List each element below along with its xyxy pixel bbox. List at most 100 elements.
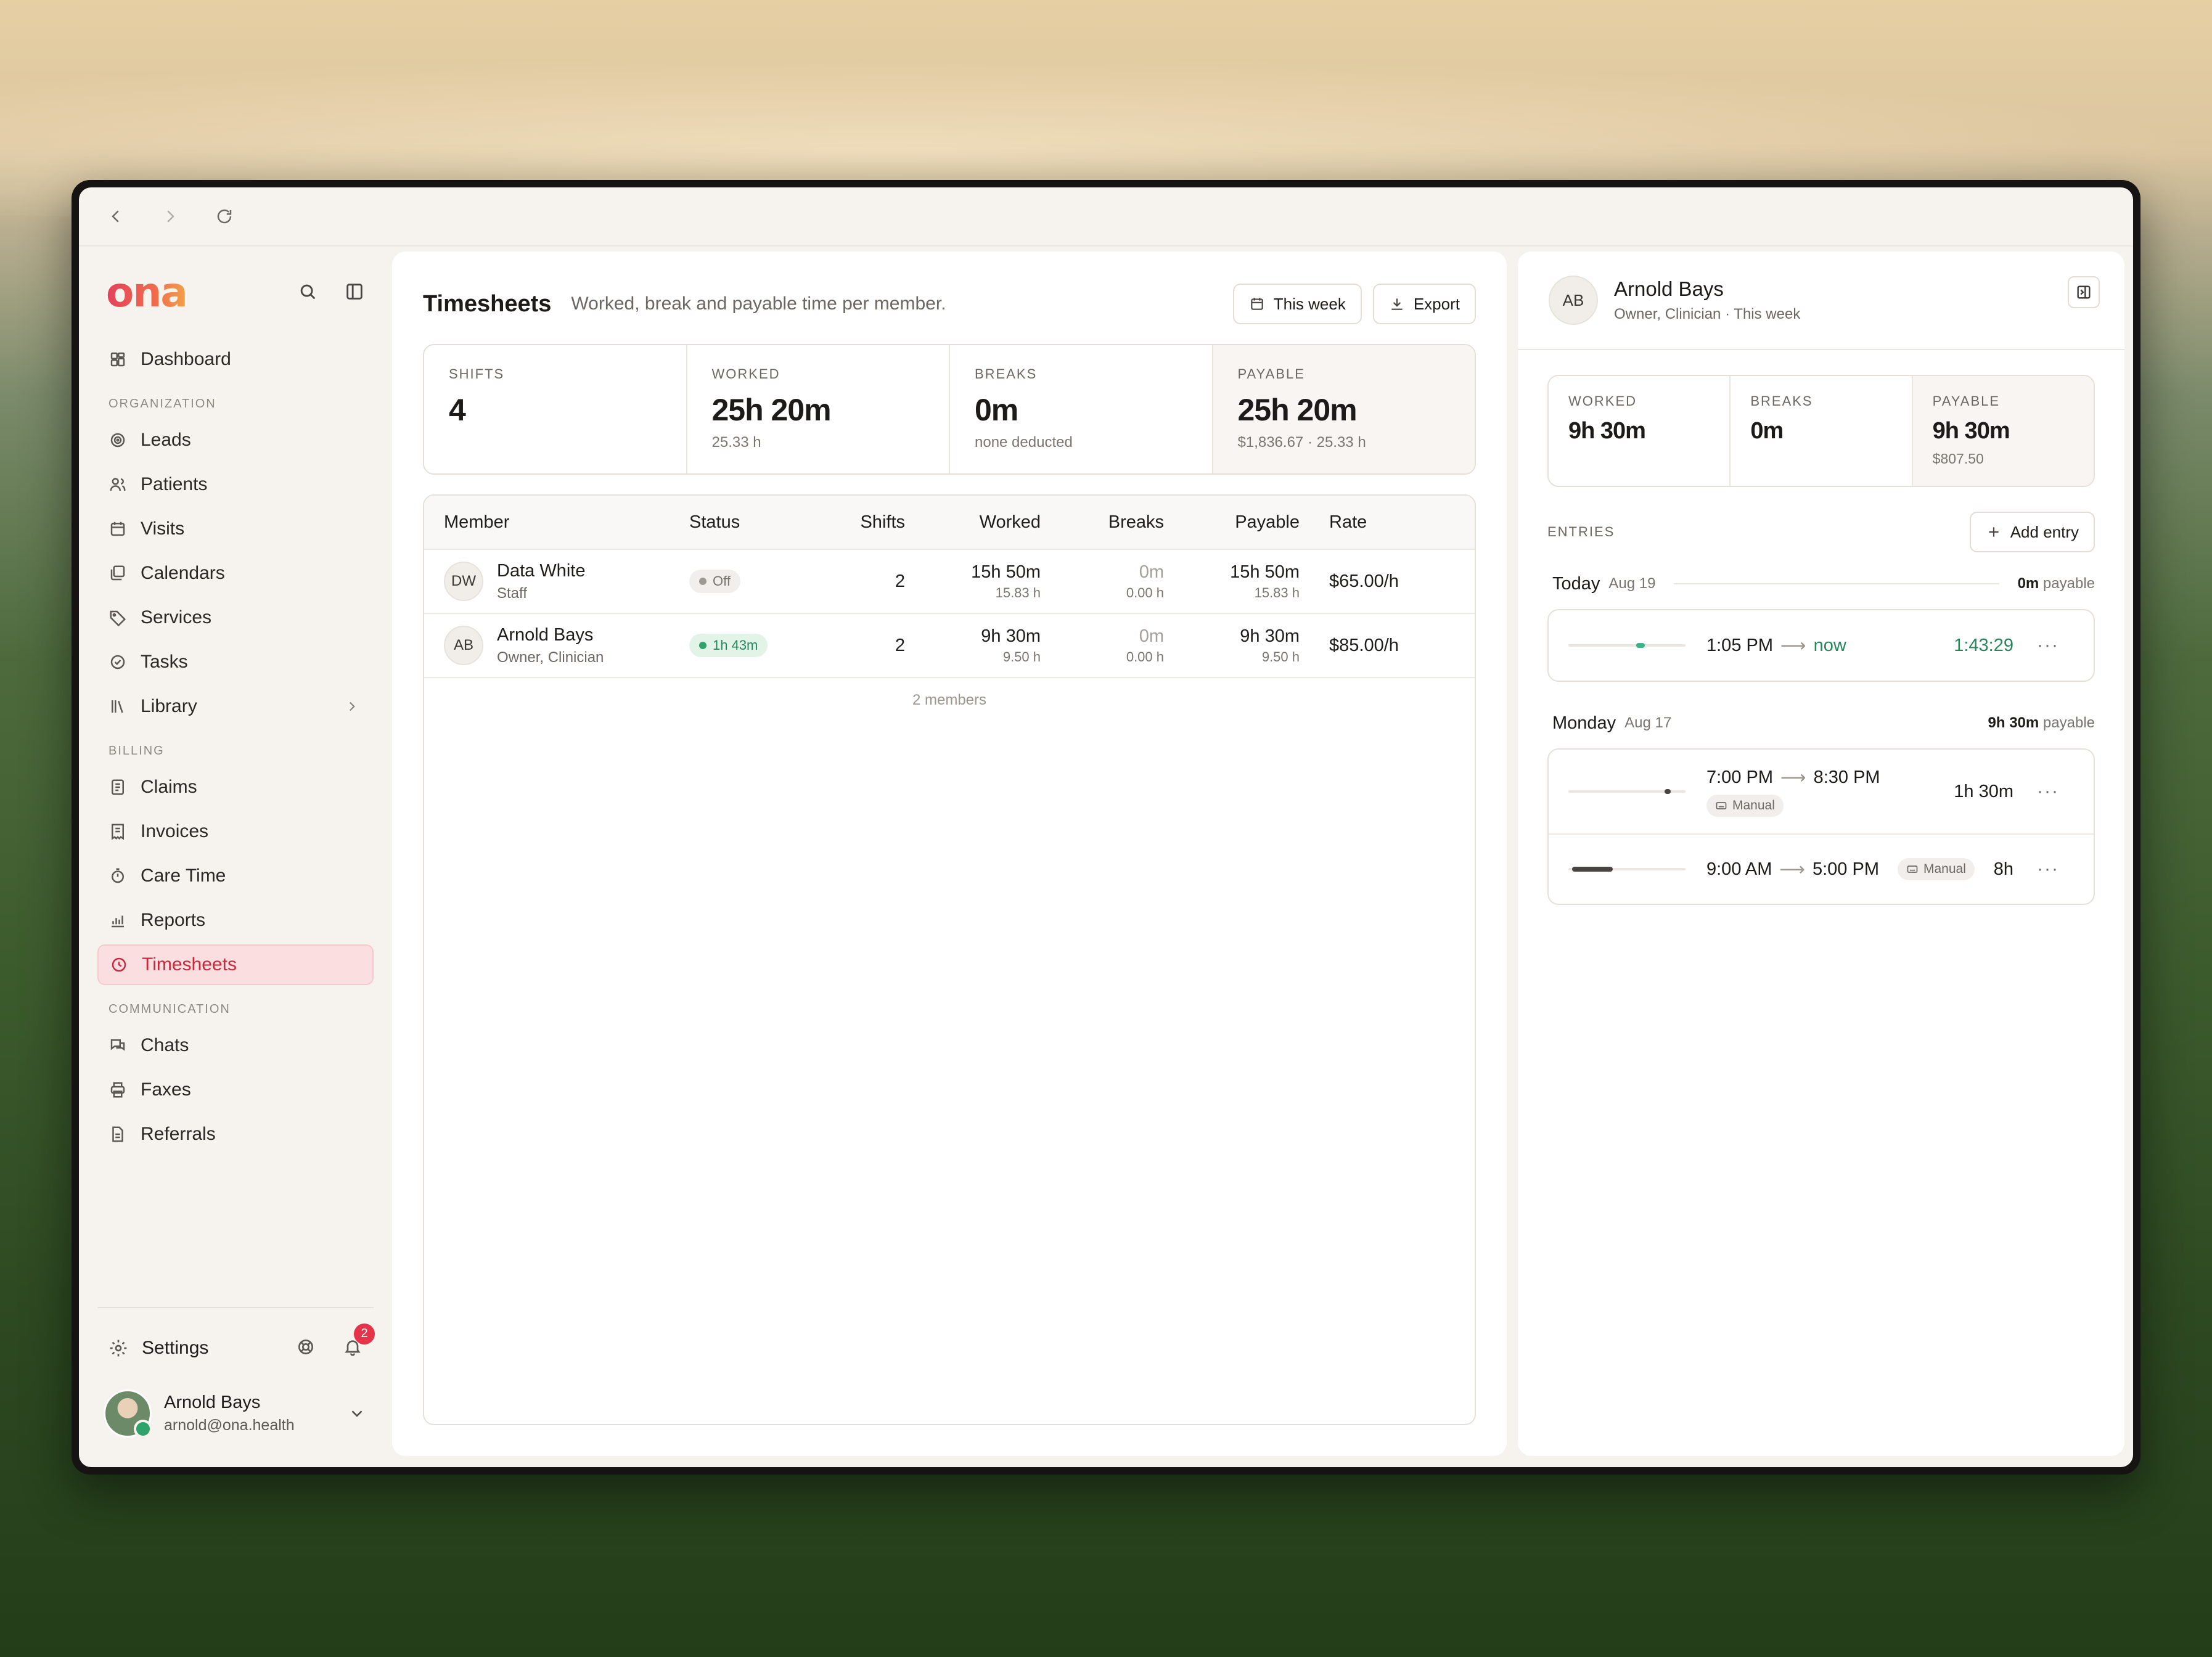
sidebar-item-referrals[interactable]: Referrals — [97, 1114, 374, 1155]
column-header-breaks[interactable]: Breaks — [1041, 512, 1164, 533]
stat-shifts: SHIFTS 4 — [424, 345, 687, 473]
sidebar-item-leads[interactable]: Leads — [97, 420, 374, 460]
stat-payable: PAYABLE 25h 20m $1,836.67 · 25.33 h — [1213, 345, 1475, 473]
chevron-down-icon — [351, 1410, 363, 1417]
footer-tools: 2 — [296, 1323, 375, 1360]
help-icon[interactable] — [296, 1337, 316, 1360]
sidebar-item-chats[interactable]: Chats — [97, 1025, 374, 1066]
entry-end: 8:30 PM — [1813, 767, 1880, 787]
entries-card-today: 1:05 PM ⟶ now 1:43:29 ··· — [1547, 609, 2095, 682]
stat-label: WORKED — [711, 366, 780, 382]
status-badge: Off — [689, 570, 740, 593]
column-header-rate[interactable]: Rate — [1300, 512, 1475, 533]
time-entry[interactable]: 1:05 PM ⟶ now 1:43:29 ··· — [1549, 610, 2094, 681]
status-text: Off — [713, 573, 731, 589]
table-row[interactable]: AB Arnold Bays Owner, Clinician 1h 43m 2… — [424, 614, 1475, 678]
timeline-segment — [1572, 867, 1613, 872]
sidebar-item-label: Referrals — [141, 1124, 216, 1144]
sidebar-item-label: Care Time — [141, 865, 226, 886]
timeline-segment — [1636, 643, 1645, 648]
column-header-worked[interactable]: Worked — [905, 512, 1041, 533]
shift-timeline — [1568, 643, 1686, 648]
stopwatch-icon — [112, 868, 124, 883]
sidebar-item-label: Library — [141, 696, 197, 716]
day-payable: 9h 30m payable — [1988, 714, 2095, 732]
tag-icon — [110, 610, 126, 627]
stat-label: BREAKS — [975, 366, 1038, 382]
forward-icon[interactable] — [158, 204, 182, 229]
user-menu[interactable]: Arnold Bays arnold@ona.health — [97, 1389, 374, 1438]
shift-timeline — [1568, 789, 1686, 794]
more-options-icon[interactable]: ··· — [2037, 781, 2059, 802]
stat-value: 9h 30m — [1932, 418, 2010, 444]
panel-right-icon — [2077, 285, 2091, 299]
add-entry-button[interactable]: Add entry — [1969, 512, 2095, 552]
column-header-shifts[interactable]: Shifts — [825, 512, 905, 533]
sidebar-item-label: Tasks — [141, 652, 188, 672]
column-header-member[interactable]: Member — [424, 512, 689, 533]
reload-icon[interactable] — [212, 204, 237, 229]
stat-value: 25h 20m — [1237, 393, 1358, 427]
sidebar-item-claims[interactable]: Claims — [97, 767, 374, 808]
day-payable: 0m payable — [2018, 575, 2095, 592]
status-dot-icon — [699, 642, 707, 649]
detail-meta: Owner, Clinician · This week — [1614, 306, 1801, 322]
settings-row: Settings 2 — [97, 1323, 375, 1369]
sidebar-item-services[interactable]: Services — [97, 597, 374, 638]
brand-row: ona — [97, 247, 374, 339]
entry-times: 1:05 PM ⟶ now — [1706, 635, 1846, 657]
sidebar-toggle-icon[interactable] — [344, 281, 365, 305]
avatar — [104, 1389, 152, 1438]
status-badge: 1h 43m — [689, 634, 768, 657]
notification-badge: 2 — [354, 1323, 375, 1344]
stat-value: 4 — [449, 393, 466, 427]
app-logo[interactable]: ona — [106, 272, 188, 313]
time-entry[interactable]: 7:00 PM ⟶ 8:30 PM Manual 1h 30m ··· — [1549, 750, 2094, 833]
worked-cell: 15h 50m 15.83 h — [905, 562, 1041, 601]
day-name: Today — [1552, 573, 1600, 594]
back-icon[interactable] — [104, 204, 128, 229]
sidebar-item-tasks[interactable]: Tasks — [97, 642, 374, 682]
date-range-button[interactable]: This week — [1232, 284, 1362, 324]
detail-name: Arnold Bays — [1614, 277, 1724, 300]
sidebar-item-faxes[interactable]: Faxes — [97, 1070, 374, 1110]
payable-value: 9h 30m — [1240, 626, 1300, 646]
sidebar-item-library[interactable]: Library — [97, 686, 374, 727]
stat-value: 9h 30m — [1568, 418, 1646, 444]
arrow-right-icon: ⟶ — [1780, 636, 1806, 656]
close-panel-button[interactable] — [2068, 276, 2100, 308]
timeline-segment — [1665, 789, 1671, 794]
sidebar-item-label: Invoices — [141, 821, 209, 841]
sidebar-item-care-time[interactable]: Care Time — [97, 856, 374, 896]
sidebar-item-timesheets[interactable]: Timesheets — [97, 944, 374, 985]
settings-link[interactable]: Settings — [109, 1338, 208, 1359]
online-status-icon — [134, 1420, 152, 1438]
notifications-button[interactable]: 2 — [343, 1323, 375, 1360]
sidebar-item-dashboard[interactable]: Dashboard — [97, 339, 374, 380]
sidebar-item-patients[interactable]: Patients — [97, 464, 374, 505]
sidebar-item-visits[interactable]: Visits — [97, 509, 374, 549]
user-info: Arnold Bays arnold@ona.health — [164, 1393, 295, 1434]
table-row[interactable]: DW Data White Staff Off 2 15h 50m 15.83 … — [424, 550, 1475, 614]
window-frame: ona Dashboard ORGANIZATION Leads Patient… — [79, 187, 2133, 1467]
chart-icon — [112, 915, 124, 928]
entry-duration: 1:43:29 — [1954, 635, 2013, 655]
page-header: Timesheets Worked, break and payable tim… — [423, 282, 1476, 325]
search-icon[interactable] — [297, 281, 318, 305]
sidebar-item-reports[interactable]: Reports — [97, 900, 374, 941]
column-header-payable[interactable]: Payable — [1164, 512, 1300, 533]
stat-label: BREAKS — [1750, 393, 1813, 409]
manual-badge: Manual — [1897, 858, 1975, 880]
members-table: Member Status Shifts Worked Breaks Payab… — [423, 494, 1476, 1425]
breaks-value: 0m — [1139, 626, 1164, 646]
stat-sub: none deducted — [975, 434, 1073, 451]
sidebar-item-invoices[interactable]: Invoices — [97, 811, 374, 852]
column-header-status[interactable]: Status — [689, 512, 825, 533]
sidebar-item-label: Calendars — [141, 563, 225, 583]
export-button[interactable]: Export — [1372, 284, 1476, 324]
more-options-icon[interactable]: ··· — [2037, 859, 2059, 880]
more-options-icon[interactable]: ··· — [2037, 635, 2059, 656]
rate-cell: $65.00/h — [1329, 571, 1399, 591]
sidebar-item-calendars[interactable]: Calendars — [97, 553, 374, 594]
time-entry[interactable]: 9:00 AM ⟶ 5:00 PM Manual 8h ··· — [1549, 833, 2094, 904]
